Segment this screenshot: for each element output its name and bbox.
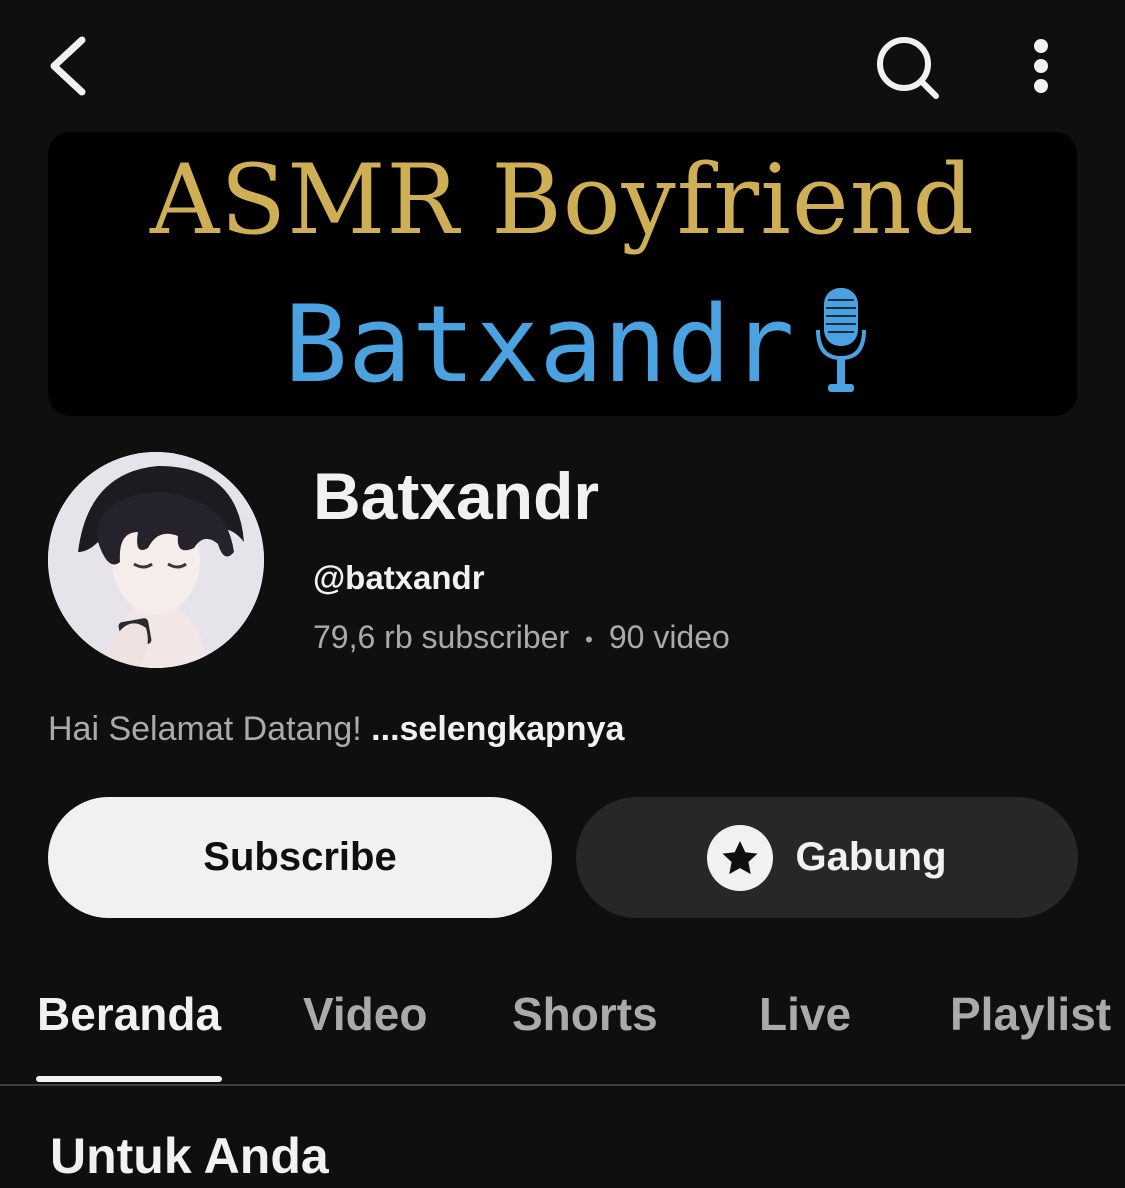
search-button[interactable] bbox=[872, 32, 944, 104]
more-vertical-icon bbox=[1034, 39, 1048, 93]
show-more-link[interactable]: ...selengkapnya bbox=[371, 710, 624, 748]
banner-title: ASMR Boyfriend bbox=[150, 144, 975, 256]
star-icon bbox=[707, 824, 774, 891]
section-title: Untuk Anda bbox=[50, 1128, 329, 1184]
search-icon bbox=[877, 37, 939, 99]
channel-description[interactable]: Hai Selamat Datang! ...selengkapnya bbox=[48, 707, 624, 751]
channel-handle: @batxandr bbox=[313, 559, 485, 596]
join-label: Gabung bbox=[795, 835, 947, 879]
tab-video[interactable]: Video bbox=[303, 984, 427, 1044]
chevron-left-icon bbox=[50, 36, 86, 96]
avatar-illustration bbox=[48, 452, 264, 668]
channel-name: Batxandr bbox=[313, 459, 600, 533]
channel-avatar[interactable] bbox=[48, 452, 264, 668]
active-tab-indicator bbox=[36, 1076, 222, 1082]
tab-shorts[interactable]: Shorts bbox=[512, 984, 658, 1044]
banner-subtitle: Batxandr bbox=[284, 283, 795, 406]
tab-live[interactable]: Live bbox=[759, 984, 851, 1044]
join-button[interactable]: Gabung bbox=[576, 797, 1078, 918]
stats-separator: • bbox=[585, 626, 593, 652]
video-count: 90 video bbox=[608, 619, 730, 655]
subscribe-label: Subscribe bbox=[203, 835, 397, 879]
back-button[interactable] bbox=[40, 30, 100, 102]
microphone-icon bbox=[816, 288, 866, 392]
subscribe-button[interactable]: Subscribe bbox=[48, 797, 552, 918]
tab-playlist[interactable]: Playlist bbox=[950, 984, 1111, 1044]
channel-tabs: Beranda Video Shorts Live Playlist bbox=[0, 960, 1125, 1086]
channel-banner: ASMR Boyfriend Batxandr bbox=[48, 132, 1077, 416]
more-options-button[interactable] bbox=[1016, 32, 1066, 104]
tab-beranda[interactable]: Beranda bbox=[37, 984, 221, 1044]
channel-stats: 79,6 rb subscriber • 90 video bbox=[313, 617, 730, 660]
top-app-bar bbox=[0, 0, 1125, 132]
subscriber-count: 79,6 rb subscriber bbox=[313, 619, 570, 655]
description-text: Hai Selamat Datang! bbox=[48, 710, 372, 748]
